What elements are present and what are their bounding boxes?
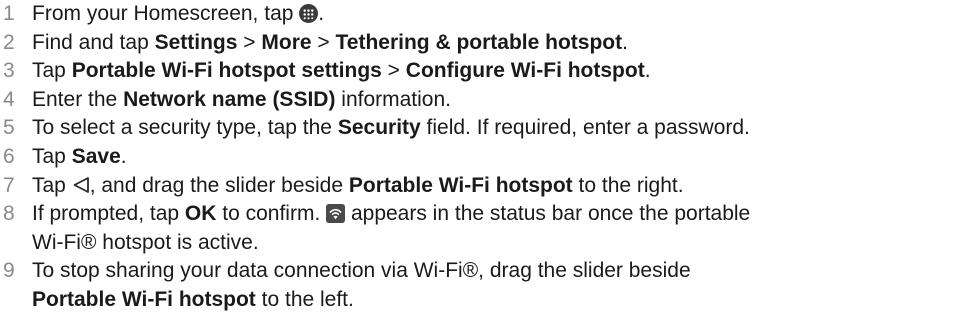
menu-term-security: Security (337, 116, 421, 140)
menu-term-more: More (261, 30, 312, 54)
step-text: to the left. (255, 287, 354, 311)
step-number: 9 (3, 259, 15, 283)
step-text: . (318, 2, 325, 25)
step-number: 5 (3, 116, 15, 140)
step-9: 9 To stop sharing your data connection vi… (0, 257, 979, 314)
wifi-hotspot-icon (326, 204, 346, 224)
step-text: If prompted, tap (32, 202, 185, 226)
step-text: information. (335, 87, 452, 111)
separator: > (381, 59, 406, 83)
step-number: 1 (3, 2, 15, 25)
step-5: 5 To select a security type, tap the Secu… (0, 114, 979, 143)
step-text: From your Homescreen, tap (32, 2, 300, 25)
step-number: 2 (3, 30, 15, 54)
step-text: Tap (32, 144, 72, 168)
step-text: to confirm. (216, 202, 327, 226)
step-text: . (120, 144, 127, 168)
back-triangle-icon (73, 176, 89, 193)
menu-term-portable-hotspot: Portable Wi-Fi hotspot (32, 287, 256, 311)
step-7: 7 Tap , and drag the slider beside Portab… (0, 172, 979, 201)
separator: > (311, 30, 336, 54)
step-number: 8 (3, 202, 15, 226)
step-text: , and drag the slider beside (89, 173, 349, 197)
step-text: To select a security type, tap the (32, 116, 338, 140)
menu-term-configure-hotspot: Configure Wi-Fi hotspot (405, 59, 645, 83)
step-text: Enter the (32, 87, 124, 111)
menu-term-network-name: Network name (SSID) (123, 87, 336, 111)
step-4: 4 Enter the Network name (SSID) informati… (0, 86, 979, 115)
menu-term-save: Save (71, 144, 121, 168)
apps-grid-icon (299, 4, 319, 23)
menu-term-hotspot-settings: Portable Wi-Fi hotspot settings (71, 59, 382, 83)
step-text: Find and tap (32, 30, 155, 54)
step-6: 6 Tap Save. (0, 143, 979, 172)
step-number: 4 (3, 87, 15, 111)
step-number: 7 (3, 173, 15, 197)
menu-term-settings: Settings (154, 30, 238, 54)
menu-term-portable-hotspot: Portable Wi-Fi hotspot (348, 173, 573, 197)
separator: > (237, 30, 262, 54)
instruction-steps: 1 From your Homescreen, tap . 2 Find and t… (0, 0, 979, 315)
menu-term-ok: OK (184, 202, 217, 226)
step-3: 3 Tap Portable Wi-Fi hotspot settings > C… (0, 57, 979, 86)
step-text: field. If required, enter a password. (420, 116, 750, 140)
step-text: . (622, 30, 628, 54)
step-text-continued: Wi-Fi® hotspot is active. (32, 230, 259, 254)
step-number: 6 (3, 144, 15, 168)
step-2: 2 Find and tap Settings > More > Tetherin… (0, 29, 979, 58)
step-text: To stop sharing your data connection via… (32, 259, 691, 283)
step-text: appears in the status bar once the porta… (345, 202, 751, 226)
step-text: Tap (32, 59, 72, 83)
step-8: 8 If prompted, tap OK to confirm. appears… (0, 200, 979, 257)
step-text: Tap (32, 173, 72, 197)
step-1: 1 From your Homescreen, tap . (0, 0, 979, 29)
menu-term-tethering: Tethering & portable hotspot (335, 30, 623, 54)
step-number: 3 (3, 59, 15, 83)
step-text: . (644, 59, 651, 83)
step-text: to the right. (572, 173, 684, 197)
